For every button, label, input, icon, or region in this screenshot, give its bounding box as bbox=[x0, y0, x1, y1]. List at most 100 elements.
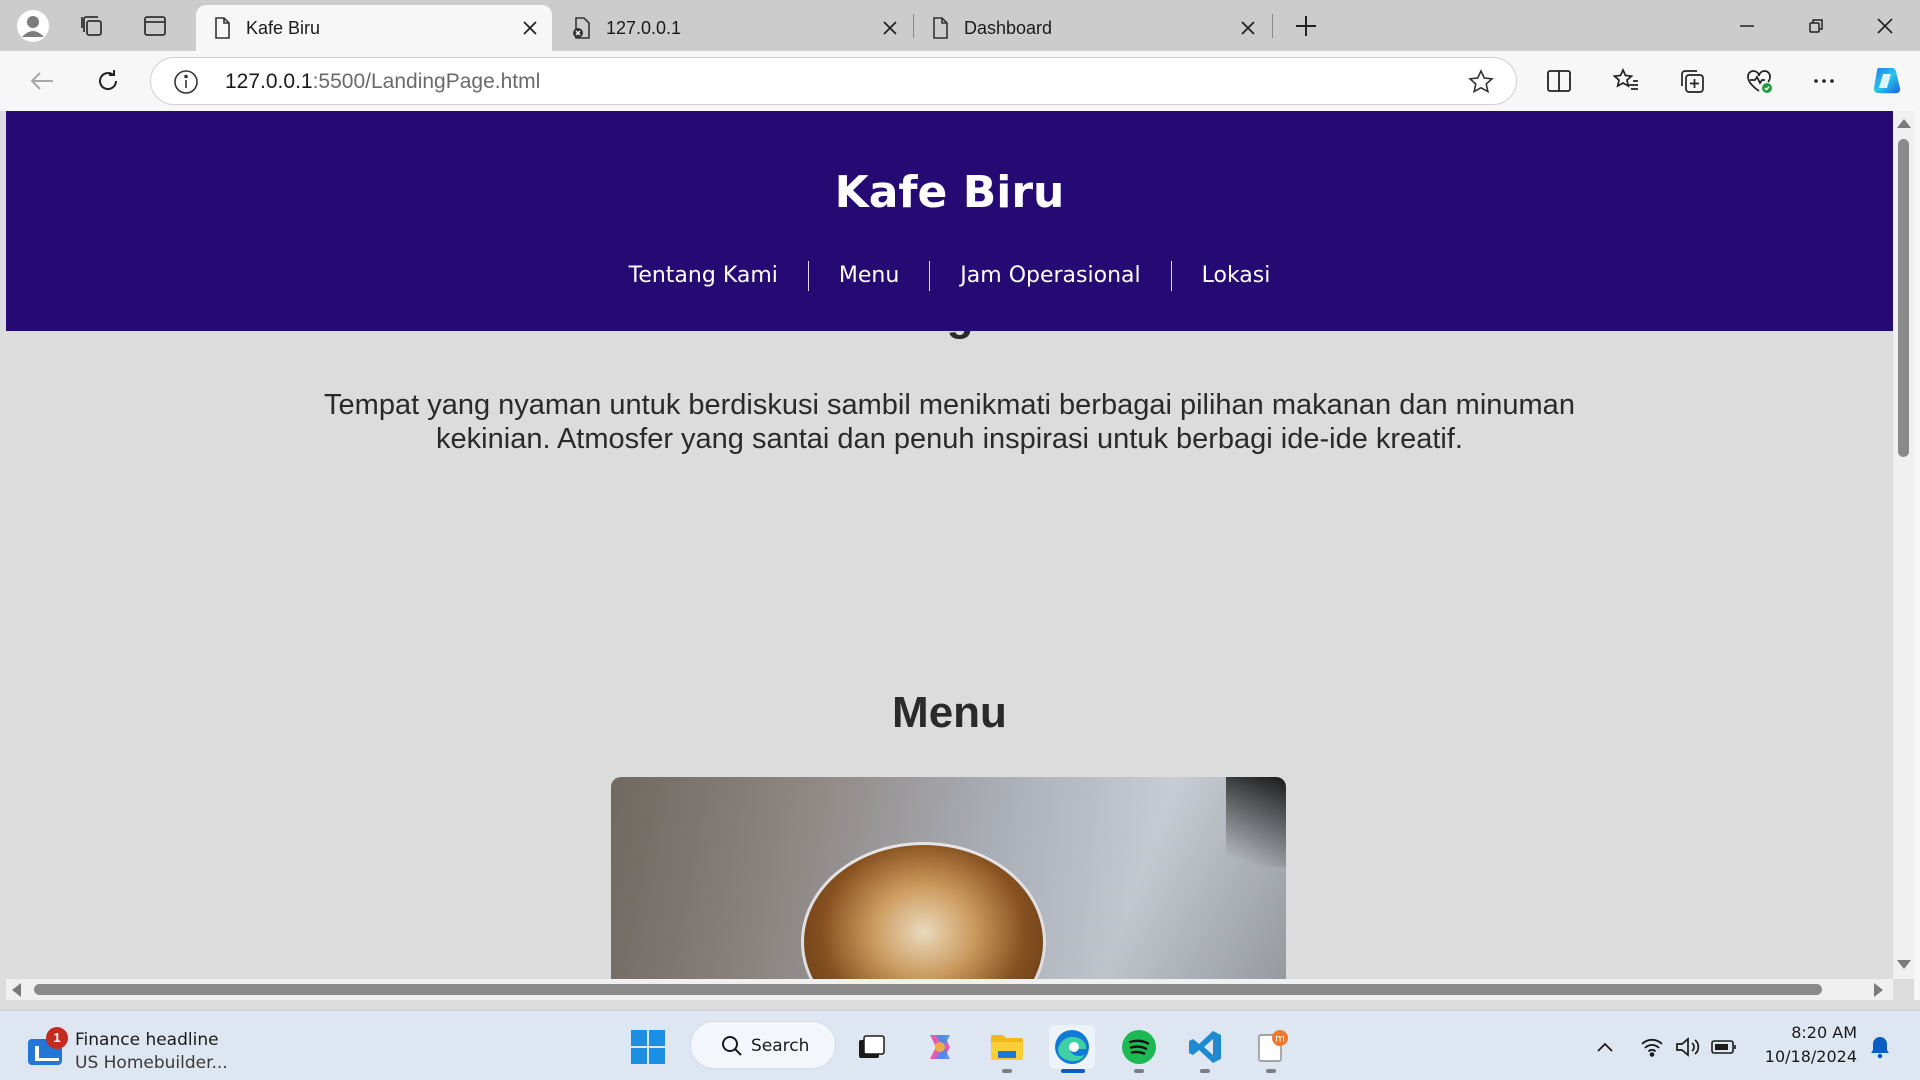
favorite-star-icon[interactable] bbox=[1468, 69, 1494, 95]
clock-date: 10/18/2024 bbox=[1764, 1047, 1857, 1066]
edge-browser-icon bbox=[1055, 1030, 1089, 1064]
page-icon bbox=[933, 17, 948, 39]
copilot-icon bbox=[1873, 68, 1901, 94]
tab-title: Kafe Biru bbox=[246, 18, 321, 38]
horizontal-scrollbar[interactable] bbox=[6, 979, 1893, 1000]
vscode-icon bbox=[1189, 1031, 1221, 1063]
scroll-right-arrow-icon[interactable] bbox=[1874, 983, 1883, 997]
nav-link-lokasi[interactable]: Lokasi bbox=[1170, 261, 1301, 291]
notification-badge: 1 bbox=[46, 1027, 68, 1049]
notifications-button[interactable] bbox=[1866, 1033, 1894, 1061]
running-indicator bbox=[1134, 1069, 1144, 1073]
error-page-icon bbox=[573, 17, 590, 39]
nav-link-jam-operasional[interactable]: Jam Operasional bbox=[929, 261, 1170, 291]
close-icon bbox=[523, 21, 537, 35]
news-widget[interactable]: 1 Finance headline US Homebuilder... bbox=[28, 1027, 228, 1073]
browser-toolbar: 127.0.0.1:5500/LandingPage.html bbox=[0, 51, 1920, 111]
widget-subtitle: US Homebuilder... bbox=[75, 1053, 228, 1073]
nav-link-menu[interactable]: Menu bbox=[807, 261, 929, 291]
tab-actions-button[interactable] bbox=[136, 7, 174, 45]
menu-image-iced-coffee bbox=[611, 777, 1286, 979]
restore-button[interactable] bbox=[1781, 0, 1851, 51]
system-clock[interactable]: 8:20 AM 10/18/2024 bbox=[1752, 1021, 1857, 1069]
task-view-button[interactable] bbox=[848, 1025, 894, 1069]
battery-icon bbox=[1711, 1040, 1736, 1054]
page-viewport: Kafe Biru Tentang Kami Menu Jam Operasio… bbox=[6, 111, 1893, 979]
widget-headline: Finance headline bbox=[75, 1030, 219, 1050]
workspaces-icon bbox=[81, 16, 102, 36]
workspaces-button[interactable] bbox=[73, 7, 111, 45]
battery-status[interactable] bbox=[1710, 1033, 1738, 1061]
url-host: 127.0.0.1 bbox=[225, 70, 313, 93]
split-screen-button[interactable] bbox=[1539, 61, 1579, 101]
speaker-icon bbox=[1676, 1037, 1700, 1057]
volume-status[interactable] bbox=[1674, 1033, 1702, 1061]
close-icon bbox=[1241, 21, 1255, 35]
svg-text:m: m bbox=[1275, 1034, 1285, 1045]
url-path: :5500/LandingPage.html bbox=[312, 70, 541, 93]
refresh-button[interactable] bbox=[88, 61, 128, 101]
copilot-icon bbox=[930, 1035, 950, 1059]
collections-button[interactable] bbox=[1672, 61, 1712, 101]
minimize-icon bbox=[1740, 24, 1754, 27]
vertical-scroll-thumb[interactable] bbox=[1898, 139, 1909, 457]
about-text: Tempat yang nyaman untuk berdiskusi samb… bbox=[324, 389, 1575, 455]
close-tab-button[interactable] bbox=[518, 16, 542, 40]
horizontal-scroll-thumb[interactable] bbox=[34, 984, 1822, 995]
minimize-button[interactable] bbox=[1712, 0, 1782, 51]
scroll-left-arrow-icon[interactable] bbox=[12, 983, 21, 997]
wifi-status[interactable] bbox=[1638, 1033, 1666, 1061]
collections-icon bbox=[1681, 70, 1704, 93]
settings-more-button[interactable] bbox=[1804, 61, 1844, 101]
address-bar[interactable]: 127.0.0.1:5500/LandingPage.html bbox=[150, 57, 1517, 105]
vscode-button[interactable] bbox=[1182, 1025, 1228, 1069]
heart-pulse-icon bbox=[1747, 70, 1772, 93]
notepad-icon: m bbox=[1258, 1030, 1288, 1062]
show-hidden-icons-button[interactable] bbox=[1591, 1033, 1619, 1061]
file-explorer-button[interactable] bbox=[984, 1025, 1030, 1069]
restore-icon bbox=[1809, 18, 1823, 33]
taskbar-search[interactable]: Search bbox=[690, 1021, 836, 1069]
spotify-icon bbox=[1122, 1030, 1156, 1064]
profile-icon bbox=[17, 10, 49, 42]
back-arrow-icon bbox=[30, 72, 53, 90]
tab-localhost[interactable]: 127.0.0.1 bbox=[556, 5, 912, 51]
start-button[interactable] bbox=[625, 1025, 671, 1069]
close-tab-button[interactable] bbox=[878, 16, 902, 40]
close-window-button[interactable] bbox=[1850, 0, 1920, 51]
site-title: Kafe Biru bbox=[834, 167, 1065, 218]
bell-icon bbox=[1871, 1037, 1889, 1059]
vertical-tabs-icon bbox=[144, 16, 166, 36]
copilot-button[interactable] bbox=[1866, 61, 1906, 101]
running-indicator bbox=[1002, 1069, 1012, 1073]
new-tab-button[interactable] bbox=[1287, 7, 1325, 45]
notes-app-button[interactable]: m bbox=[1248, 1025, 1294, 1069]
chevron-up-icon bbox=[1597, 1042, 1613, 1052]
spotify-button[interactable] bbox=[1116, 1025, 1162, 1069]
image-shade bbox=[611, 777, 1286, 979]
search-icon bbox=[722, 1036, 742, 1056]
favorites-button[interactable] bbox=[1606, 61, 1646, 101]
site-info-icon[interactable] bbox=[173, 69, 199, 95]
wifi-icon bbox=[1641, 1038, 1663, 1057]
tab-dashboard[interactable]: Dashboard bbox=[914, 5, 1270, 51]
tab-separator bbox=[1272, 14, 1273, 38]
close-icon bbox=[1877, 17, 1893, 34]
edge-taskbar-button[interactable] bbox=[1049, 1025, 1095, 1069]
url-text: 127.0.0.1:5500/LandingPage.html bbox=[225, 70, 540, 94]
window-edge bbox=[1914, 111, 1920, 1000]
scroll-up-arrow-icon[interactable] bbox=[1897, 119, 1911, 128]
tab-kafe-biru[interactable]: Kafe Biru bbox=[196, 5, 552, 51]
browser-essentials-button[interactable] bbox=[1739, 61, 1779, 101]
back-button[interactable] bbox=[22, 61, 62, 101]
tab-strip: Kafe Biru 127.0.0.1 Dashboard bbox=[0, 0, 1920, 51]
scroll-down-arrow-icon[interactable] bbox=[1897, 960, 1911, 969]
folder-icon bbox=[991, 1035, 1023, 1060]
running-indicator bbox=[1200, 1069, 1210, 1073]
nav-link-tentang-kami[interactable]: Tentang Kami bbox=[599, 261, 808, 291]
copilot-taskbar-button[interactable] bbox=[917, 1025, 963, 1069]
search-label: Search bbox=[751, 1036, 810, 1056]
profile-button[interactable] bbox=[14, 7, 52, 45]
vertical-scrollbar[interactable] bbox=[1893, 111, 1914, 979]
close-tab-button[interactable] bbox=[1236, 16, 1260, 40]
